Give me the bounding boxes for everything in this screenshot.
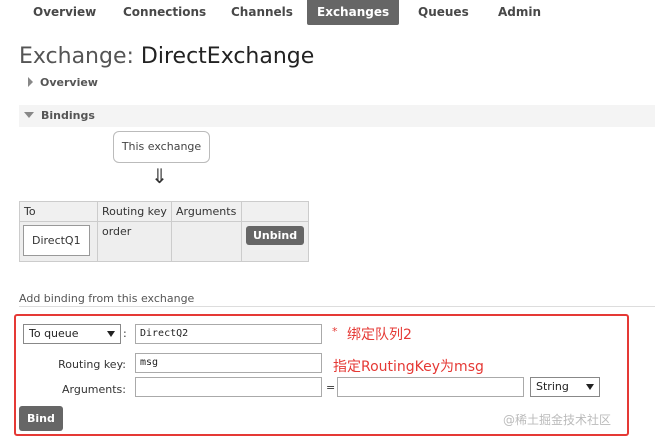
- argument-type-value: String: [536, 380, 569, 393]
- routing-key-label: Routing key:: [58, 358, 126, 371]
- destination-type-select[interactable]: To queue: [23, 324, 121, 344]
- destination-queue-input[interactable]: DirectQ2: [135, 324, 322, 344]
- cell-to: DirectQ1: [19, 221, 98, 262]
- table-row: DirectQ1 order Unbind: [19, 221, 310, 262]
- bindings-section-toggle[interactable]: Bindings: [24, 109, 95, 122]
- overview-section-toggle[interactable]: Overview: [28, 76, 98, 89]
- argument-type-select[interactable]: String: [530, 377, 600, 397]
- chevron-down-icon: [586, 384, 594, 390]
- table-header-row: To Routing key Arguments: [19, 201, 310, 222]
- bindings-table: To Routing key Arguments DirectQ1 order …: [19, 201, 310, 262]
- routing-key-annotation: 指定RoutingKey为msg: [333, 359, 484, 375]
- chevron-down-icon: [107, 331, 115, 337]
- arguments-equals: =: [326, 381, 336, 394]
- tab-queues[interactable]: Queues: [408, 0, 479, 25]
- expanded-triangle-icon: [24, 112, 34, 118]
- unbind-button[interactable]: Unbind: [246, 226, 305, 245]
- this-exchange-box: This exchange: [113, 131, 210, 163]
- add-binding-heading: Add binding from this exchange: [19, 292, 195, 305]
- cell-routing-key: order: [97, 221, 172, 262]
- column-header-actions: [240, 201, 310, 222]
- collapsed-triangle-icon: [28, 77, 33, 87]
- cell-arguments: [171, 221, 242, 262]
- argument-value-input[interactable]: [337, 377, 524, 397]
- routing-key-input[interactable]: msg: [135, 353, 322, 373]
- queue-link-directq1[interactable]: DirectQ1: [23, 225, 90, 256]
- column-header-arguments: Arguments: [171, 201, 242, 222]
- column-header-to: To: [19, 201, 98, 222]
- cell-actions: Unbind: [240, 221, 310, 262]
- down-arrow-icon: ⇓: [151, 164, 168, 188]
- tab-exchanges[interactable]: Exchanges: [307, 0, 400, 25]
- tab-connections[interactable]: Connections: [113, 0, 216, 25]
- tab-admin[interactable]: Admin: [488, 0, 551, 25]
- destination-type-value: To queue: [29, 327, 79, 340]
- required-marker: *: [332, 325, 338, 338]
- overview-section-label: Overview: [40, 76, 98, 89]
- argument-key-input[interactable]: [135, 377, 322, 397]
- page-title-label: Exchange:: [19, 44, 134, 69]
- bindings-section-bar: [19, 105, 655, 127]
- column-header-routing-key: Routing key: [97, 201, 172, 222]
- tab-channels[interactable]: Channels: [221, 0, 303, 25]
- bindings-section-label: Bindings: [41, 109, 95, 122]
- queue-annotation: 绑定队列2: [347, 327, 412, 343]
- page-title-name: DirectExchange: [140, 44, 315, 69]
- page-title: Exchange: DirectExchange: [19, 44, 314, 69]
- tab-overview[interactable]: Overview: [23, 0, 106, 25]
- destination-colon: :: [123, 327, 127, 340]
- arguments-label: Arguments:: [61, 383, 126, 396]
- divider: [19, 306, 655, 307]
- watermark: @稀土掘金技术社区: [503, 413, 612, 427]
- top-nav: Overview Connections Channels Exchanges …: [0, 0, 655, 25]
- bind-button[interactable]: Bind: [19, 406, 63, 431]
